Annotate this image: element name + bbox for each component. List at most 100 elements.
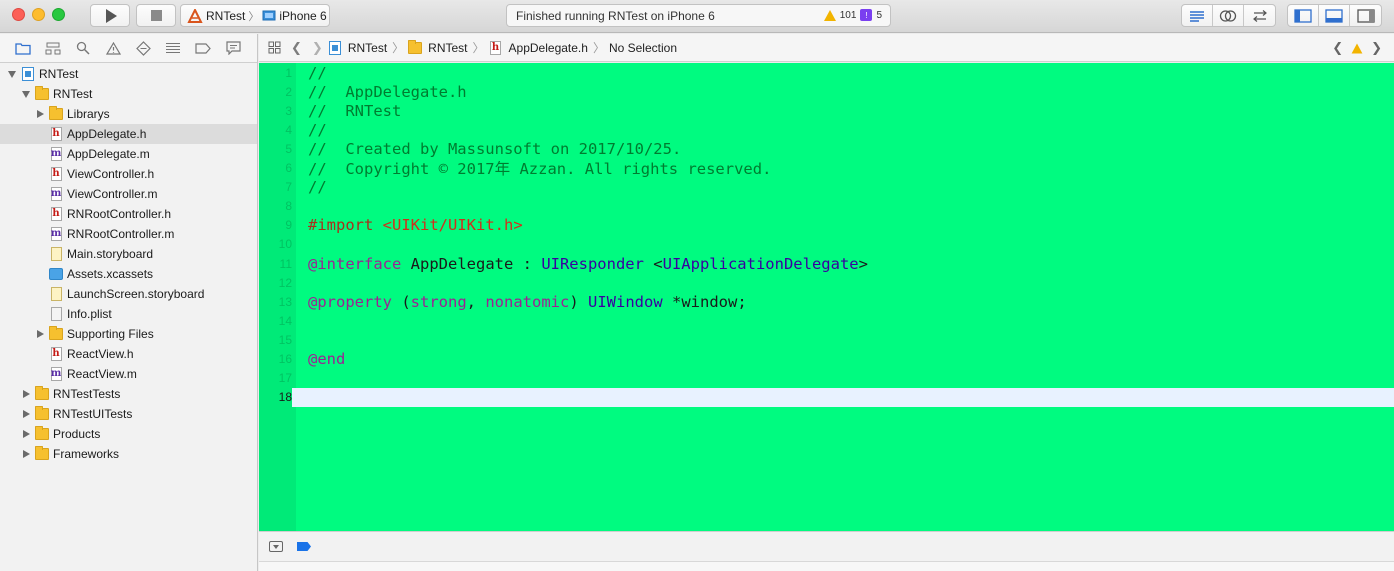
stop-button[interactable]: [136, 4, 176, 27]
navigator-item[interactable]: Supporting Files: [0, 324, 257, 344]
folder-icon: [408, 39, 423, 55]
navigator-item[interactable]: h ReactView.h: [0, 344, 257, 364]
navigator-item[interactable]: RNTest: [0, 64, 257, 84]
navigator-item[interactable]: Products: [0, 424, 257, 444]
code-line[interactable]: 16 @end: [259, 350, 1394, 369]
warning-icon[interactable]: [1351, 43, 1363, 53]
navigator-item[interactable]: h ViewController.h: [0, 164, 257, 184]
breakpoint-icon[interactable]: [194, 40, 212, 56]
crumb-file[interactable]: h AppDelegate.h: [489, 40, 588, 55]
navigator-item[interactable]: RNTestUITests: [0, 404, 257, 424]
line-number: 14: [278, 313, 292, 328]
toggle-utilities-button[interactable]: [1350, 5, 1381, 26]
code-line[interactable]: 12: [259, 273, 1394, 292]
search-icon[interactable]: [74, 40, 92, 56]
code-line[interactable]: 2 // AppDelegate.h: [259, 82, 1394, 101]
crumb-label: RNTest: [428, 40, 468, 55]
code-line[interactable]: 15: [259, 330, 1394, 349]
report-icon[interactable]: [224, 40, 242, 56]
code-line[interactable]: 5 // Created by Massunsoft on 2017/10/25.: [259, 139, 1394, 158]
related-items-button[interactable]: [268, 41, 281, 54]
forward-button[interactable]: ❯: [312, 40, 323, 56]
breakpoints-toggle-icon[interactable]: [297, 542, 311, 551]
disclosure-closed-icon[interactable]: [20, 428, 32, 440]
code-line[interactable]: 3 // RNTest: [259, 101, 1394, 120]
line-number: 2: [285, 84, 292, 99]
previous-issue-button[interactable]: ❮: [1332, 40, 1343, 56]
navigator-item[interactable]: Main.storyboard: [0, 244, 257, 264]
run-button[interactable]: [90, 4, 130, 27]
disclosure-open-icon[interactable]: [6, 68, 18, 80]
minimize-window-button[interactable]: [32, 8, 45, 21]
hide-debug-area-icon[interactable]: [269, 541, 283, 552]
folder-icon[interactable]: [14, 40, 32, 56]
toggle-navigator-button[interactable]: [1288, 5, 1319, 26]
back-button[interactable]: ❮: [291, 40, 302, 56]
navigator-item[interactable]: RNTestTests: [0, 384, 257, 404]
line-number: 12: [278, 275, 292, 290]
code-line[interactable]: 7 //: [259, 178, 1394, 197]
code-text: // RNTest: [308, 101, 402, 120]
navigator-item[interactable]: Info.plist: [0, 304, 257, 324]
hierarchy-icon[interactable]: [44, 40, 62, 56]
code-text: //: [308, 178, 327, 197]
close-window-button[interactable]: [12, 8, 25, 21]
list-icon[interactable]: [164, 40, 182, 56]
toolbar: RNTest 〉 iPhone 6 Finished running RNTes…: [0, 0, 1394, 33]
warning-triangle-icon[interactable]: [104, 40, 122, 56]
disclosure-closed-icon[interactable]: [20, 388, 32, 400]
disclosure-closed-icon[interactable]: [34, 328, 46, 340]
standard-editor-button[interactable]: [1182, 5, 1213, 26]
play-icon: [106, 8, 117, 23]
code-line[interactable]: 1 //: [259, 63, 1394, 82]
code-line[interactable]: 17: [259, 369, 1394, 388]
disclosure-closed-icon[interactable]: [34, 108, 46, 120]
zoom-window-button[interactable]: [52, 8, 65, 21]
navigator-item[interactable]: LaunchScreen.storyboard: [0, 284, 257, 304]
scheme-selector[interactable]: RNTest 〉 iPhone 6: [180, 4, 330, 27]
code-line[interactable]: 18: [259, 387, 1394, 407]
line-number: 9: [285, 218, 292, 233]
code-text: //: [308, 120, 327, 139]
scheme-project: RNTest: [206, 8, 246, 23]
navigator-item[interactable]: Assets.xcassets: [0, 264, 257, 284]
implementation-file-icon: m: [50, 187, 62, 201]
disclosure-closed-icon[interactable]: [20, 408, 32, 420]
crumb-project[interactable]: RNTest: [328, 40, 387, 55]
assistant-editor-button[interactable]: [1213, 5, 1244, 26]
code-line[interactable]: 10: [259, 235, 1394, 254]
source-editor[interactable]: 1 // 2 // AppDelegate.h 3 // RNTest 4 // 5 // Cre…: [259, 63, 1394, 531]
version-editor-button[interactable]: [1244, 5, 1275, 26]
header-file-icon: h: [490, 40, 502, 55]
line-number: 10: [278, 237, 292, 252]
disclosure-open-icon[interactable]: [20, 88, 32, 100]
code-line[interactable]: 9 #import <UIKit/UIKit.h>: [259, 216, 1394, 235]
toggle-debug-area-button[interactable]: [1319, 5, 1350, 26]
navigator-item[interactable]: m RNRootController.m: [0, 224, 257, 244]
code-line[interactable]: 13 @property (strong, nonatomic) UIWindow…: [259, 292, 1394, 311]
disclosure-closed-icon[interactable]: [20, 448, 32, 460]
issue-badges[interactable]: 101 ! 5: [823, 9, 882, 21]
navigator-item[interactable]: h RNRootController.h: [0, 204, 257, 224]
code-line[interactable]: 14: [259, 311, 1394, 330]
navigator-item[interactable]: m ViewController.m: [0, 184, 257, 204]
diamond-icon[interactable]: [134, 40, 152, 56]
code-line[interactable]: 4 //: [259, 120, 1394, 139]
header-file-icon: h: [50, 207, 62, 221]
crumb-group[interactable]: RNTest: [408, 39, 468, 55]
crumb-symbol[interactable]: No Selection: [609, 41, 677, 55]
line-number: 5: [285, 141, 292, 156]
code-line[interactable]: 11 @interface AppDelegate : UIResponder <…: [259, 254, 1394, 273]
navigator-item[interactable]: Librarys: [0, 104, 257, 124]
project-navigator: RNTest RNTest Librarys h AppDelegate.h m AppDe…: [0, 34, 258, 571]
code-line[interactable]: 6 // Copyright © 2017年 Azzan. All rights …: [259, 159, 1394, 178]
next-issue-button[interactable]: ❯: [1371, 40, 1382, 56]
code-line[interactable]: 8: [259, 197, 1394, 216]
navigator-item[interactable]: h AppDelegate.h: [0, 124, 257, 144]
navigator-item[interactable]: m ReactView.m: [0, 364, 257, 384]
navigator-item[interactable]: Frameworks: [0, 444, 257, 464]
navigator-item[interactable]: RNTest: [0, 84, 257, 104]
navigator-item[interactable]: m AppDelegate.m: [0, 144, 257, 164]
line-number: 1: [285, 65, 292, 80]
